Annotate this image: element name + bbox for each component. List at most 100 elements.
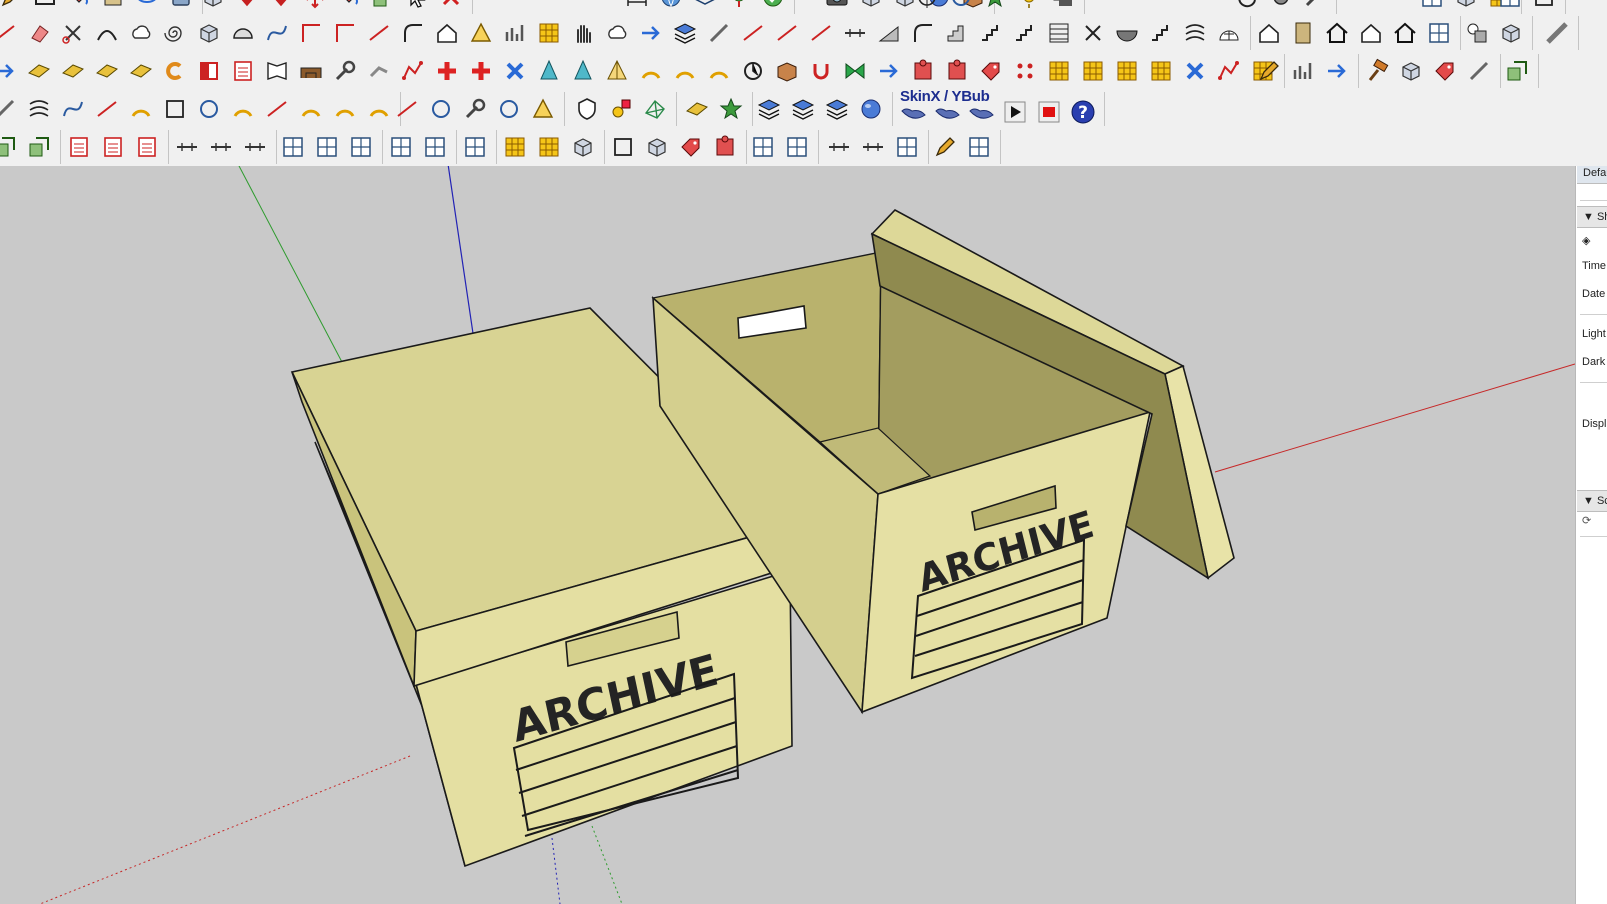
pencil-icon[interactable] bbox=[1255, 57, 1283, 85]
folder-icon[interactable] bbox=[263, 57, 291, 85]
curve-icon[interactable] bbox=[59, 95, 87, 123]
circle-icon[interactable] bbox=[495, 95, 523, 123]
window-icon[interactable] bbox=[893, 133, 921, 161]
tag-icon[interactable] bbox=[677, 133, 705, 161]
line-icon[interactable] bbox=[739, 19, 767, 47]
shadow-toggle-icon[interactable]: ◈ bbox=[1582, 234, 1590, 247]
grid-icon[interactable] bbox=[1147, 57, 1175, 85]
triangle-icon[interactable] bbox=[529, 95, 557, 123]
list-icon[interactable] bbox=[99, 133, 127, 161]
path-icon[interactable] bbox=[1215, 57, 1243, 85]
scale-icon[interactable] bbox=[369, 0, 397, 11]
refresh-icon[interactable]: ⟳ bbox=[1582, 514, 1591, 527]
cone-icon[interactable] bbox=[535, 57, 563, 85]
square-icon[interactable] bbox=[161, 95, 189, 123]
crosshair-icon[interactable] bbox=[913, 0, 941, 11]
stamp-icon[interactable] bbox=[167, 0, 195, 11]
grid-icon[interactable] bbox=[1079, 57, 1107, 85]
arc-icon[interactable] bbox=[127, 95, 155, 123]
corner-icon[interactable] bbox=[331, 19, 359, 47]
house-icon[interactable] bbox=[1255, 19, 1283, 47]
scissors-icon[interactable] bbox=[59, 19, 87, 47]
check-icon[interactable] bbox=[759, 0, 787, 11]
cube-icon[interactable] bbox=[1497, 19, 1525, 47]
line-icon[interactable] bbox=[0, 19, 19, 47]
arrow-icon[interactable] bbox=[0, 57, 19, 85]
line-icon[interactable] bbox=[93, 95, 121, 123]
cursor-icon[interactable] bbox=[403, 0, 431, 11]
line-icon[interactable] bbox=[807, 19, 835, 47]
stack-icon[interactable] bbox=[789, 95, 817, 123]
window-icon[interactable] bbox=[1418, 0, 1446, 11]
dome-icon[interactable] bbox=[1215, 19, 1243, 47]
path-icon[interactable] bbox=[399, 57, 427, 85]
slash-icon[interactable] bbox=[705, 19, 733, 47]
scale-icon[interactable] bbox=[25, 133, 53, 161]
gear-icon[interactable] bbox=[1267, 0, 1295, 11]
window-icon[interactable] bbox=[1425, 19, 1453, 47]
line-icon[interactable] bbox=[263, 95, 291, 123]
cross-icon[interactable] bbox=[1079, 19, 1107, 47]
camera-icon[interactable] bbox=[823, 0, 851, 11]
grid-icon[interactable] bbox=[535, 19, 563, 47]
bowtie-icon[interactable] bbox=[841, 57, 869, 85]
dash-icon[interactable] bbox=[841, 19, 869, 47]
wrench-icon[interactable] bbox=[1301, 0, 1329, 11]
x-icon[interactable] bbox=[1181, 57, 1209, 85]
paint-bucket-icon[interactable] bbox=[65, 0, 93, 11]
geo-icon[interactable] bbox=[725, 0, 753, 11]
arc-icon[interactable] bbox=[297, 95, 325, 123]
line-icon[interactable] bbox=[365, 19, 393, 47]
dash-icon[interactable] bbox=[173, 133, 201, 161]
u-icon[interactable] bbox=[807, 57, 835, 85]
shapes-icon[interactable] bbox=[1463, 19, 1491, 47]
plane-icon[interactable] bbox=[93, 57, 121, 85]
help-icon[interactable]: ? bbox=[1069, 98, 1097, 126]
hammer-icon[interactable] bbox=[1363, 57, 1391, 85]
cone-icon[interactable] bbox=[569, 57, 597, 85]
window-icon[interactable] bbox=[347, 133, 375, 161]
loop-icon[interactable] bbox=[161, 57, 189, 85]
sun-icon[interactable] bbox=[1015, 0, 1043, 11]
wrench-icon[interactable] bbox=[331, 57, 359, 85]
puzzle-icon[interactable] bbox=[943, 57, 971, 85]
ruler-icon[interactable] bbox=[1543, 19, 1571, 47]
plane-icon[interactable] bbox=[127, 57, 155, 85]
dots-icon[interactable] bbox=[1011, 57, 1039, 85]
fillet-icon[interactable] bbox=[399, 19, 427, 47]
weave-icon[interactable] bbox=[1181, 19, 1209, 47]
dimension-icon[interactable] bbox=[623, 0, 651, 11]
curve-icon[interactable] bbox=[263, 19, 291, 47]
cube-icon[interactable] bbox=[1452, 0, 1480, 11]
arc-icon[interactable] bbox=[229, 95, 257, 123]
stair-icon[interactable] bbox=[1147, 19, 1175, 47]
chart-icon[interactable] bbox=[501, 19, 529, 47]
arc-icon[interactable] bbox=[705, 57, 733, 85]
list-icon[interactable] bbox=[229, 57, 257, 85]
dash-icon[interactable] bbox=[859, 133, 887, 161]
plus-icon[interactable] bbox=[433, 57, 461, 85]
step-icon[interactable] bbox=[943, 19, 971, 47]
window-icon[interactable] bbox=[279, 133, 307, 161]
scenes-panel-header[interactable]: ▼ Scenes bbox=[1577, 490, 1607, 512]
rect-icon[interactable] bbox=[195, 57, 223, 85]
box-icon[interactable] bbox=[773, 57, 801, 85]
sphere-icon[interactable] bbox=[857, 95, 885, 123]
play-icon[interactable] bbox=[1001, 98, 1029, 126]
grid-icon[interactable] bbox=[1045, 57, 1073, 85]
push-pull-icon[interactable] bbox=[99, 0, 127, 11]
tag-icon[interactable] bbox=[1431, 57, 1459, 85]
grid-icon[interactable] bbox=[535, 133, 563, 161]
slash-icon[interactable] bbox=[1465, 57, 1493, 85]
window-icon[interactable] bbox=[461, 133, 489, 161]
house-icon[interactable] bbox=[1357, 19, 1385, 47]
plane-icon[interactable] bbox=[59, 57, 87, 85]
pencil-icon[interactable] bbox=[931, 133, 959, 161]
puzzle-icon[interactable] bbox=[711, 133, 739, 161]
modeling-viewport[interactable]: ARCHIVE ARCHIVE bbox=[0, 166, 1575, 904]
scale-icon[interactable] bbox=[1503, 57, 1531, 85]
helmet-icon[interactable] bbox=[229, 19, 257, 47]
chart-icon[interactable] bbox=[1289, 57, 1317, 85]
cube-icon[interactable] bbox=[199, 0, 227, 11]
arrow-down-icon[interactable] bbox=[233, 0, 261, 11]
